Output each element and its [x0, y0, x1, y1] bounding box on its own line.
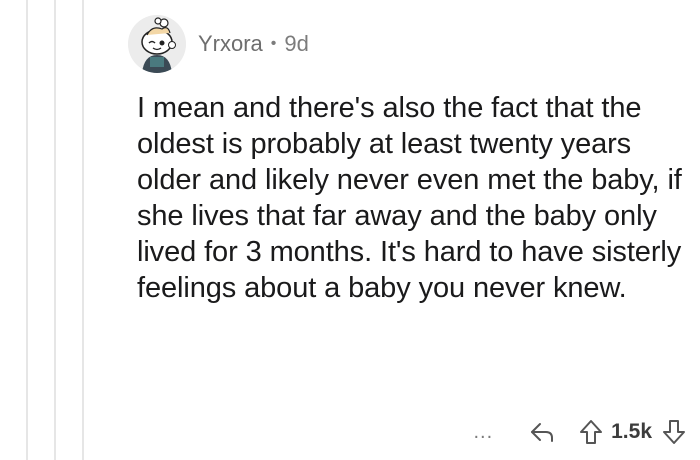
- upvote-arrow-icon: [580, 420, 603, 444]
- meta-separator: •: [270, 35, 277, 52]
- upvote-button[interactable]: [579, 419, 603, 445]
- author-name[interactable]: Yrxora: [198, 31, 263, 57]
- downvote-arrow-icon: [663, 420, 685, 444]
- comment-age: 9d: [284, 31, 309, 56]
- more-options-button[interactable]: ...: [473, 422, 493, 442]
- avatar[interactable]: [128, 15, 186, 73]
- downvote-button[interactable]: [662, 419, 686, 445]
- comment-actions: ... 1.5k: [473, 414, 686, 450]
- vote-controls: 1.5k: [579, 419, 686, 445]
- snoo-avatar-icon: [128, 15, 186, 73]
- reply-button[interactable]: [529, 421, 555, 443]
- comment-meta: Yrxora • 9d: [198, 31, 309, 57]
- comment-body: I mean and there's also the fact that th…: [137, 92, 682, 304]
- comment-header: Yrxora • 9d: [128, 14, 309, 74]
- reply-arrow-icon: [531, 423, 554, 442]
- vote-score: 1.5k: [611, 420, 652, 443]
- comment: Yrxora • 9d I mean and there's also the …: [0, 0, 700, 460]
